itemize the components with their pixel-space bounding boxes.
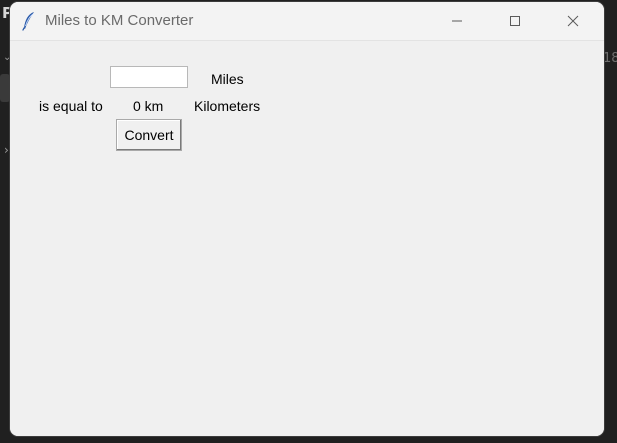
chevron-right-icon: ›: [4, 143, 9, 157]
miles-label: Miles: [211, 71, 244, 87]
minimize-icon: [451, 12, 463, 31]
maximize-icon: [509, 12, 521, 31]
is-equal-to-label: is equal to: [39, 98, 103, 114]
app-window: Miles to KM Converter Miles is equal to …: [10, 2, 604, 436]
title-bar[interactable]: Miles to KM Converter: [10, 2, 604, 41]
maximize-button[interactable]: [486, 2, 544, 40]
feather-icon: [21, 11, 37, 31]
miles-input[interactable]: [110, 66, 188, 88]
background-panel: [0, 74, 10, 102]
minimize-button[interactable]: [428, 2, 486, 40]
window-title: Miles to KM Converter: [45, 12, 194, 29]
window-content: Miles is equal to 0 km Kilometers Conver…: [10, 41, 604, 436]
km-result-value: 0 km: [133, 98, 164, 114]
kilometers-label: Kilometers: [194, 98, 261, 114]
background-line-number: 18: [603, 51, 617, 66]
convert-button[interactable]: Convert: [116, 119, 182, 151]
close-icon: [567, 12, 579, 31]
close-button[interactable]: [544, 2, 602, 40]
desktop: P ⌄ › 18 Miles to KM Converter Miles is …: [0, 0, 617, 443]
